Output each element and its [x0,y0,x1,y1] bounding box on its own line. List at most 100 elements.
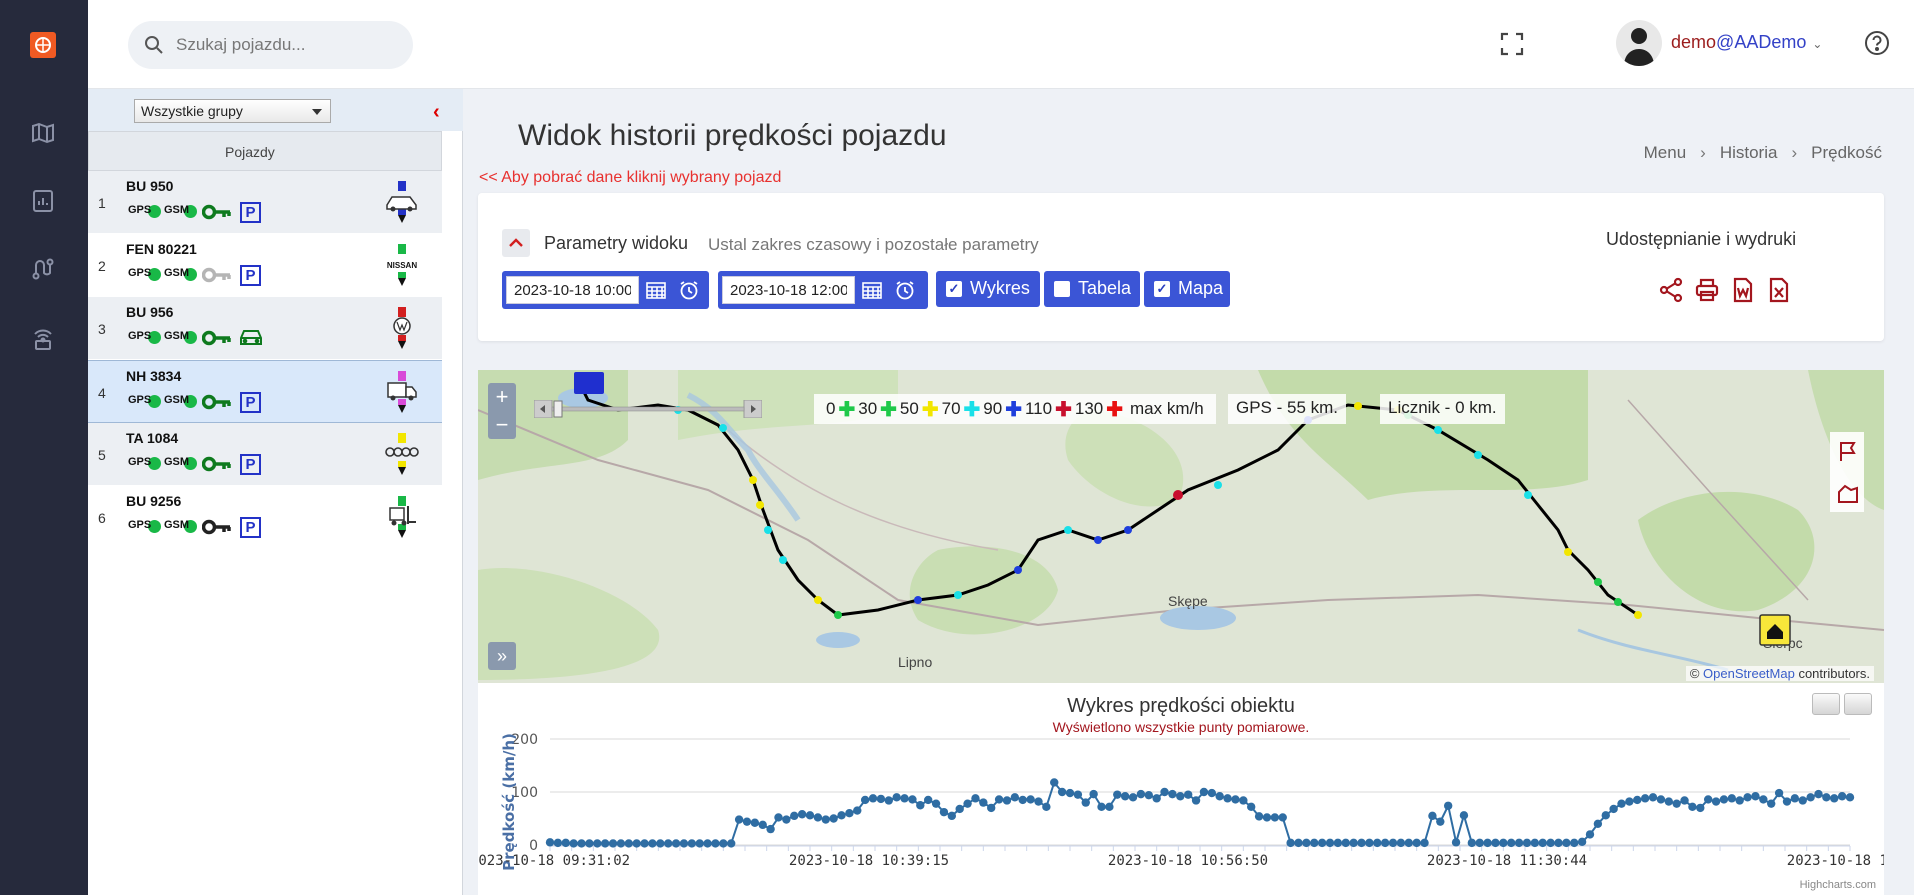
gps-status-icon: GPS [128,204,162,220]
search-input[interactable] [176,33,396,57]
user-menu[interactable]: demo@AADemo ⌄ [1671,32,1822,53]
speed-data-point [1254,812,1264,821]
calendar-icon[interactable] [646,281,666,304]
collapse-panel-icon[interactable]: ‹ [433,101,440,124]
speed-data-point [829,814,838,823]
area-icon[interactable] [1837,482,1859,509]
vehicle-number: 3 [98,321,106,337]
speed-data-point [1601,811,1610,820]
flag-icon[interactable] [1837,440,1859,467]
signal-tower-icon[interactable] [30,326,56,352]
legend-value: 50 [899,399,919,418]
vehicle-status-badges: GPS GSM P [128,264,261,286]
breadcrumb-history[interactable]: Historia [1720,143,1778,163]
speed-data-point [1176,792,1185,801]
speed-data-point [1577,837,1587,847]
vehicle-plate: NH 3834 [126,368,182,384]
calendar-icon[interactable] [862,281,882,304]
speed-data-point [1057,787,1067,797]
chart-download-icon[interactable] [1844,693,1872,715]
date-from-input[interactable] [506,276,639,304]
toggle-map[interactable]: ✓ Mapa [1144,271,1230,307]
speed-data-point [1499,838,1508,848]
user-avatar[interactable] [1616,20,1662,66]
vehicle-number: 5 [98,447,106,463]
vehicle-number: 1 [98,195,106,211]
speed-data-point [766,824,775,834]
toggle-chart[interactable]: ✓ Wykres [936,271,1040,307]
speed-data-point [1183,790,1193,799]
speed-data-point [1727,794,1737,803]
speed-data-point [1648,793,1658,802]
vehicle-row[interactable]: 5 TA 1084 GPS GSM P [88,423,442,486]
x-tick-label: 2023-10-18 11:5 [1787,853,1884,869]
speed-data-point [1412,838,1421,848]
app-logo-icon[interactable] [30,32,56,58]
speed-data-point [1790,794,1800,803]
speed-data-point [1302,838,1311,848]
clock-icon[interactable] [894,280,916,305]
speed-data-point [616,839,626,848]
vehicle-panel: Wszystkie grupy ‹ Pojazdy 1 BU 950 GPS G… [88,89,463,895]
vehicle-rows: 1 BU 950 GPS GSM P 2 FEN 80221 GPS GSM P… [88,171,442,549]
zoom-out-button[interactable]: − [488,411,516,439]
date-to-picker [718,271,928,309]
clock-icon[interactable] [678,280,700,305]
vehicle-row[interactable]: 3 BU 956 GPS GSM [88,297,442,360]
x-tick-label: 2023-10-18 11:30:44 [1427,853,1587,869]
speed-data-point [987,803,996,813]
legend-marker-icon: ✚ [921,398,939,421]
export-excel-icon[interactable] [1766,277,1792,308]
collapse-parameters-button[interactable] [502,229,530,257]
svg-text:NISSAN: NISSAN [387,261,417,270]
fullscreen-icon[interactable] [1500,32,1524,61]
speed-data-point [1160,787,1169,797]
speed-data-point [1404,838,1413,848]
openstreetmap-link[interactable]: OpenStreetMap [1703,666,1795,681]
share-icon[interactable] [1658,277,1684,308]
toggle-table[interactable]: Tabela [1044,271,1140,307]
speed-data-point [1152,794,1161,803]
speed-data-point [1672,799,1681,808]
search-icon [144,35,164,60]
report-icon[interactable] [30,188,56,214]
top-bar: demo@AADemo ⌄ [88,0,1914,89]
speed-data-point [1018,795,1027,805]
speed-data-point [1128,793,1138,802]
speed-data-point [1207,788,1217,798]
ignition-key-icon [201,329,232,347]
expand-map-button[interactable]: » [488,642,516,670]
speed-data-point [1262,813,1272,822]
route-map[interactable]: Skępe Lipno Sierpc + − [478,370,1884,683]
zoom-in-button[interactable]: + [488,383,516,411]
breadcrumb-separator-icon: › [1791,143,1798,162]
speed-data-point [1625,797,1634,806]
breadcrumb-menu[interactable]: Menu [1644,143,1687,163]
map-icon[interactable] [30,120,56,146]
speed-data-point [671,839,681,848]
print-icon[interactable] [1694,277,1720,308]
x-tick-label: 2023-10-18 10:56:50 [1108,853,1268,869]
chart-credits[interactable]: Highcharts.com [1800,879,1876,891]
speed-chart: 0 100 200 Prędkość (km/h) 2023-10-18 09:31:0… [478,683,1884,895]
group-select[interactable]: Wszystkie grupy [134,99,331,123]
speed-data-point [923,795,933,805]
speed-data-point [1633,795,1642,805]
export-word-icon[interactable] [1730,277,1756,308]
playback-slider[interactable] [533,399,763,419]
speed-data-point [1097,802,1106,812]
vehicle-row[interactable]: 6 BU 9256 GPS GSM P [88,486,442,549]
vehicle-row[interactable]: 2 FEN 80221 GPS GSM P NISSAN [88,234,442,297]
legend-value: 130 [1074,399,1104,418]
vehicle-row[interactable]: 4 NH 3834 GPS GSM P [88,360,442,423]
vehicle-number: 6 [98,510,106,526]
y-axis-label: Prędkość (km/h) [500,733,518,871]
speed-data-point [648,839,657,848]
help-icon[interactable] [1864,30,1890,61]
date-to-input[interactable] [722,276,855,304]
chart-print-icon[interactable] [1812,693,1840,715]
speed-data-point [1688,802,1697,812]
speed-data-point [624,839,633,848]
vehicle-row[interactable]: 1 BU 950 GPS GSM P [88,171,442,234]
route-icon[interactable] [30,256,56,282]
